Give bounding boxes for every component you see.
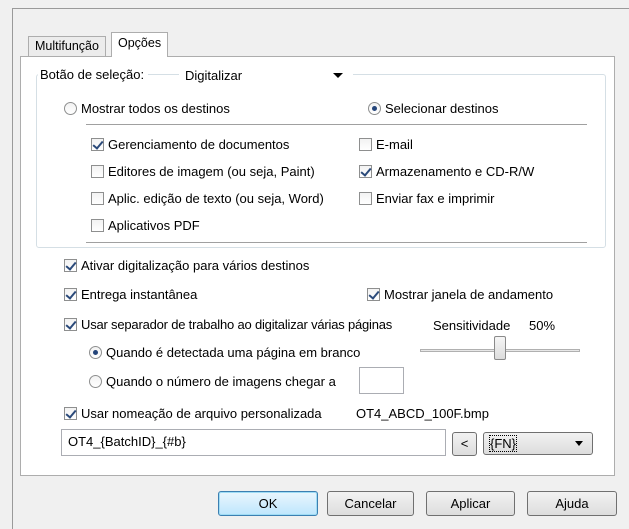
- radio-show-all[interactable]: Mostrar todos os destinos: [64, 101, 230, 116]
- checkbox-instant-delivery[interactable]: Entrega instantânea: [64, 287, 197, 302]
- checkbox-label: Entrega instantânea: [81, 287, 198, 302]
- radio-select-indicator[interactable]: [368, 102, 381, 115]
- checkbox-label: Mostrar janela de andamento: [384, 287, 554, 302]
- checkbox-multi-destination[interactable]: Ativar digitalização para vários destino…: [64, 258, 309, 273]
- checkbox-text-editors[interactable]: Aplic. edição de texto (ou seja, Word): [91, 191, 324, 206]
- chevron-down-icon: [333, 73, 343, 78]
- checkbox-label: Enviar fax e imprimir: [376, 191, 495, 206]
- checkbox-indicator[interactable]: [64, 407, 77, 420]
- checkbox-indicator[interactable]: [91, 138, 104, 151]
- checkbox-image-editors[interactable]: Editores de imagem (ou seja, Paint): [91, 164, 315, 179]
- token-dropdown[interactable]: {FN}: [483, 432, 593, 455]
- checkbox-email[interactable]: E-mail: [359, 137, 413, 152]
- sensitivity-slider-thumb[interactable]: [494, 336, 506, 360]
- radio-show-all-indicator[interactable]: [64, 102, 77, 115]
- radio-indicator[interactable]: [89, 375, 102, 388]
- selection-label: Botão de seleção:: [38, 67, 149, 82]
- image-count-input[interactable]: [359, 367, 404, 394]
- divider: [86, 124, 587, 125]
- tab-opcoes[interactable]: Opções: [111, 32, 169, 57]
- checkbox-label: Aplic. edição de texto (ou seja, Word): [108, 191, 324, 206]
- checkbox-indicator[interactable]: [64, 288, 77, 301]
- checkbox-label: Editores de imagem (ou seja, Paint): [108, 164, 315, 179]
- selection-dropdown[interactable]: Digitalizar: [179, 65, 353, 87]
- checkbox-label: Ativar digitalização para vários destino…: [81, 258, 310, 273]
- cancel-button[interactable]: Cancelar: [327, 491, 414, 516]
- apply-button[interactable]: Aplicar: [426, 491, 515, 516]
- file-name-preview: OT4_ABCD_100F.bmp: [356, 406, 489, 421]
- radio-label: Quando é detectada uma página em branco: [106, 345, 361, 360]
- radio-blank-page[interactable]: Quando é detectada uma página em branco: [89, 345, 360, 360]
- checkbox-indicator[interactable]: [359, 138, 372, 151]
- checkbox-label: Aplicativos PDF: [108, 218, 200, 233]
- checkbox-label: Usar nomeação de arquivo personalizada: [81, 406, 322, 421]
- selection-value: Digitalizar: [185, 68, 243, 83]
- radio-select-label: Selecionar destinos: [385, 101, 499, 116]
- checkbox-doc-management[interactable]: Gerenciamento de documentos: [91, 137, 289, 152]
- help-button[interactable]: Ajuda: [527, 491, 617, 516]
- ok-button[interactable]: OK: [218, 491, 318, 516]
- checkbox-show-progress[interactable]: Mostrar janela de andamento: [367, 287, 553, 302]
- checkbox-storage-cd[interactable]: Armazenamento e CD-R/W: [359, 164, 534, 179]
- checkbox-indicator[interactable]: [64, 318, 77, 331]
- sensitivity-label: Sensitividade: [433, 318, 511, 333]
- radio-show-all-label: Mostrar todos os destinos: [81, 101, 230, 116]
- checkbox-label: Gerenciamento de documentos: [108, 137, 290, 152]
- chevron-down-icon: [575, 441, 583, 446]
- checkbox-custom-naming[interactable]: Usar nomeação de arquivo personalizada: [64, 406, 322, 421]
- checkbox-indicator[interactable]: [91, 192, 104, 205]
- checkbox-pdf-apps[interactable]: Aplicativos PDF: [91, 218, 200, 233]
- token-value: {FN}: [488, 435, 518, 452]
- checkbox-indicator[interactable]: [359, 165, 372, 178]
- radio-indicator[interactable]: [89, 346, 102, 359]
- file-name-pattern-input[interactable]: OT4_{BatchID}_{#b}: [61, 429, 446, 456]
- checkbox-label: Usar separador de trabalho ao digitaliza…: [81, 317, 393, 332]
- checkbox-indicator[interactable]: [359, 192, 372, 205]
- checkbox-indicator[interactable]: [64, 259, 77, 272]
- radio-label: Quando o número de imagens chegar a: [106, 374, 336, 389]
- checkbox-job-separator[interactable]: Usar separador de trabalho ao digitaliza…: [64, 317, 392, 332]
- checkbox-indicator[interactable]: [367, 288, 380, 301]
- checkbox-indicator[interactable]: [91, 165, 104, 178]
- checkbox-fax-print[interactable]: Enviar fax e imprimir: [359, 191, 494, 206]
- tab-multifuncao[interactable]: Multifunção: [28, 36, 106, 56]
- checkbox-label: Armazenamento e CD-R/W: [376, 164, 535, 179]
- radio-image-count[interactable]: Quando o número de imagens chegar a: [89, 374, 336, 389]
- insert-token-button[interactable]: <: [452, 432, 477, 456]
- radio-select-destinations[interactable]: Selecionar destinos: [368, 101, 498, 116]
- divider: [86, 242, 587, 243]
- checkbox-label: E-mail: [376, 137, 413, 152]
- checkbox-indicator[interactable]: [91, 219, 104, 232]
- sensitivity-value: 50%: [529, 318, 556, 333]
